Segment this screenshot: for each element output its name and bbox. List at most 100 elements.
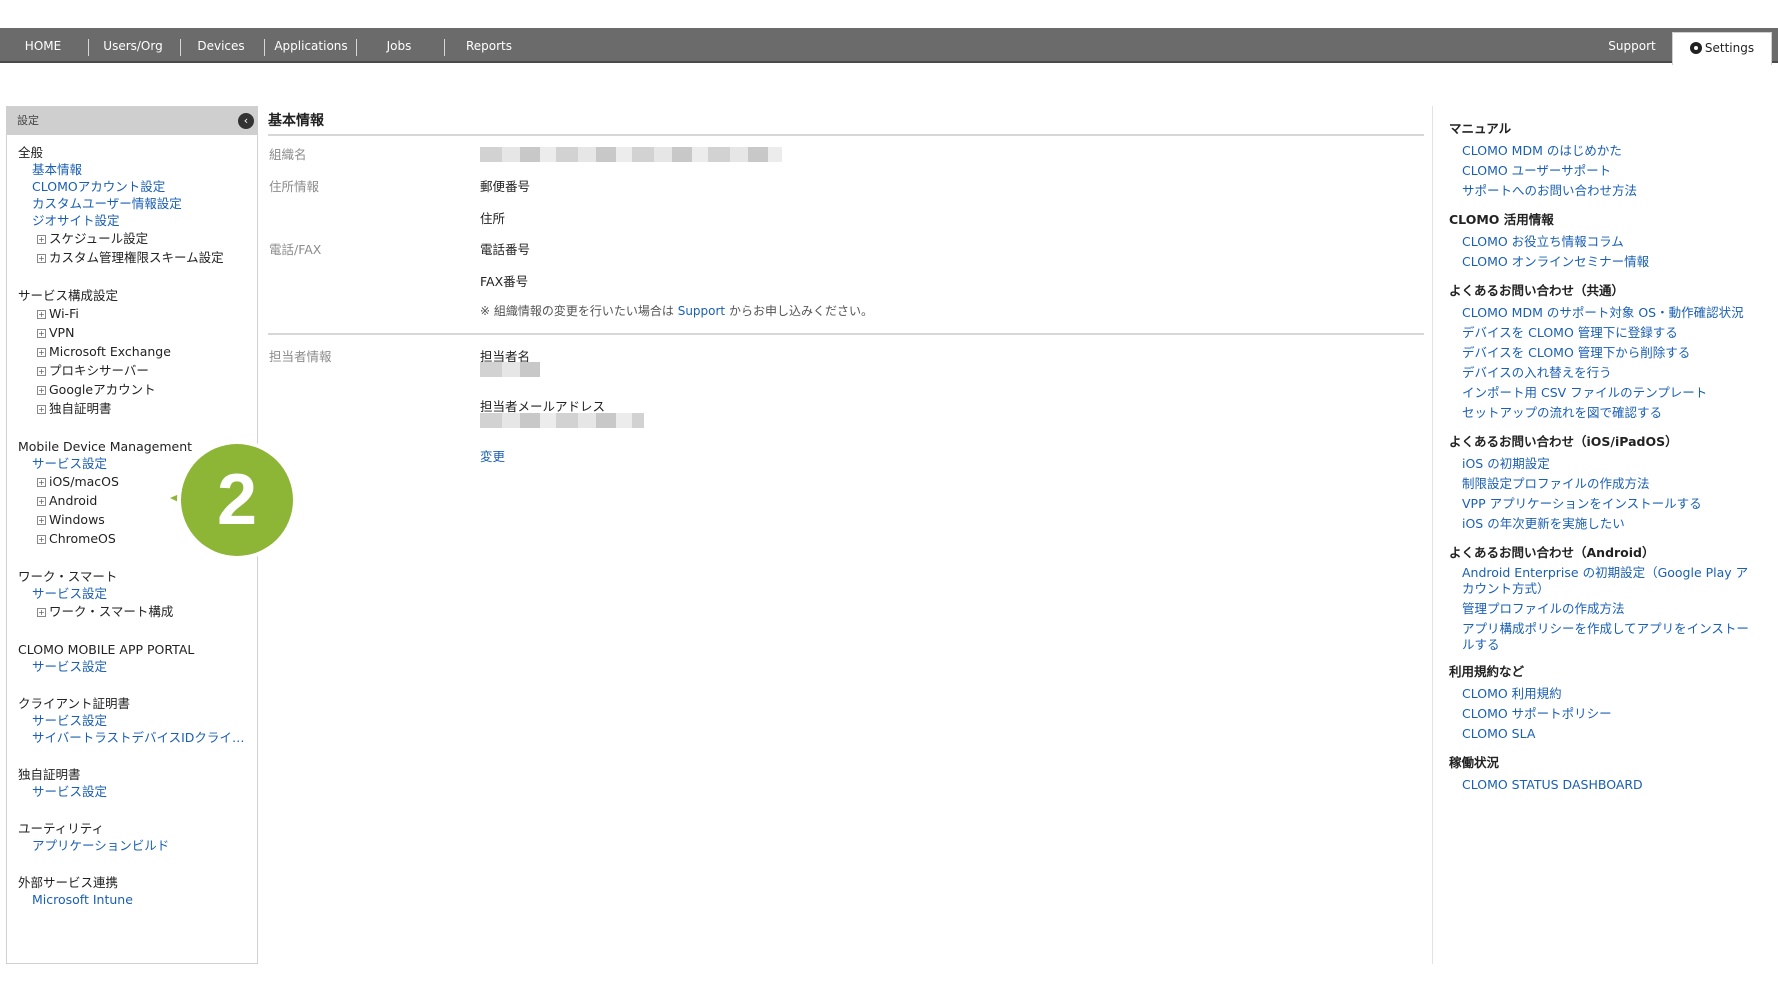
expand-icon: + (37, 367, 46, 376)
help-section-faq-common: よくあるお問い合わせ（共通） CLOMO MDM のサポート対象 OS・動作確認… (1449, 282, 1772, 423)
sidebar-item-intune[interactable]: Microsoft Intune (18, 891, 250, 908)
sidebar-item-google-account[interactable]: + Googleアカウント (18, 380, 257, 399)
sidebar-header: 設定 ‹ (7, 107, 257, 135)
phone-number-label: 電話番号 (480, 242, 531, 257)
help-link[interactable]: VPP アプリケーションをインストールする (1449, 494, 1749, 514)
sidebar-item-exchange[interactable]: + Microsoft Exchange (18, 342, 257, 361)
sidebar-item-label: Microsoft Exchange (49, 344, 171, 359)
help-section-title: よくあるお問い合わせ（iOS/iPadOS） (1449, 434, 1678, 449)
expand-icon: + (37, 310, 46, 319)
sidebar-group-title: クライアント証明書 (18, 696, 131, 711)
help-link[interactable]: CLOMO オンラインセミナー情報 (1449, 252, 1749, 272)
help-section-usage-info: CLOMO 活用情報 CLOMO お役立ち情報コラム CLOMO オンラインセミ… (1449, 211, 1772, 272)
help-section-title: 稼働状況 (1449, 755, 1500, 770)
help-link[interactable]: CLOMO MDM のはじめかた (1449, 141, 1749, 161)
org-name-label: 組織名 (269, 147, 307, 162)
sidebar-item-vpn[interactable]: + VPN (18, 323, 257, 342)
sidebar-group-title: 全般 (18, 145, 44, 160)
sidebar-item-own-cert-service[interactable]: サービス設定 (18, 783, 250, 800)
nav-jobs[interactable]: Jobs (362, 28, 436, 63)
sidebar-item-work-smart-config[interactable]: + ワーク・スマート構成 (18, 602, 257, 621)
address-label: 住所 (480, 211, 506, 226)
collapse-sidebar-icon[interactable]: ‹ (238, 113, 254, 129)
nav-separator (444, 39, 445, 56)
sidebar-item-label: ワーク・スマート構成 (49, 604, 174, 619)
sidebar-group-service-config: サービス構成設定 + Wi-Fi + VPN + Microsoft Exchange… (18, 287, 257, 418)
nav-reports[interactable]: Reports (450, 28, 528, 63)
sidebar-group-external: 外部サービス連携 Microsoft Intune (18, 874, 257, 908)
help-link[interactable]: 制限設定プロファイルの作成方法 (1449, 474, 1749, 494)
sidebar-item-portal-service[interactable]: サービス設定 (18, 658, 250, 675)
expand-icon: + (37, 405, 46, 414)
sidebar-item-app-build[interactable]: アプリケーションビルド (18, 837, 250, 854)
help-link[interactable]: CLOMO ユーザーサポート (1449, 161, 1749, 181)
nav-devices[interactable]: Devices (186, 28, 256, 63)
help-section-title: マニュアル (1449, 121, 1512, 136)
sidebar-item-work-smart-service[interactable]: サービス設定 (18, 585, 250, 602)
sidebar-item-label: Android (49, 493, 98, 508)
sidebar-group-work-smart: ワーク・スマート サービス設定 + ワーク・スマート構成 (18, 568, 257, 621)
help-section-title: 利用規約など (1449, 664, 1525, 679)
expand-icon: + (37, 254, 46, 263)
help-section-faq-ios: よくあるお問い合わせ（iOS/iPadOS） iOS の初期設定 制限設定プロフ… (1449, 433, 1772, 534)
help-link[interactable]: デバイスを CLOMO 管理下に登録する (1449, 323, 1749, 343)
sidebar-item-wifi[interactable]: + Wi-Fi (18, 304, 257, 323)
sidebar-group-title: ユーティリティ (18, 821, 105, 836)
sidebar-group-title: 外部サービス連携 (18, 875, 119, 890)
sidebar-item-proxy[interactable]: + プロキシサーバー (18, 361, 257, 380)
help-link[interactable]: CLOMO MDM のサポート対象 OS・動作確認状況 (1449, 303, 1749, 323)
sidebar-item-label: Windows (49, 512, 105, 527)
nav-separator (88, 39, 89, 56)
help-link[interactable]: デバイスの入れ替えを行う (1449, 363, 1749, 383)
help-section-faq-android: よくあるお問い合わせ（Android） Android Enterprise の… (1449, 544, 1772, 653)
sidebar-item-own-certificate[interactable]: + 独自証明書 (18, 399, 257, 418)
sidebar-item-label: Googleアカウント (49, 382, 156, 397)
help-link[interactable]: セットアップの流れを図で確認する (1449, 403, 1749, 423)
sidebar-item-client-cert-service[interactable]: サービス設定 (18, 712, 250, 729)
help-link[interactable]: CLOMO 利用規約 (1449, 684, 1749, 704)
sidebar-item-cybertrust-client[interactable]: サイバートラストデバイスIDクライアント (18, 729, 250, 746)
help-link[interactable]: 管理プロファイルの作成方法 (1449, 599, 1749, 619)
sidebar-item-basic-info[interactable]: 基本情報 (18, 161, 250, 178)
help-section-title: よくあるお問い合わせ（共通） (1449, 283, 1625, 298)
note-text: からお申し込みください。 (728, 304, 873, 318)
page-title: 基本情報 (268, 106, 1424, 136)
fax-number-label: FAX番号 (480, 274, 529, 289)
help-link[interactable]: CLOMO SLA (1449, 724, 1749, 744)
nav-users-org[interactable]: Users/Org (94, 28, 172, 63)
sidebar-group-title: CLOMO MOBILE APP PORTAL (18, 642, 195, 657)
help-links-panel: マニュアル CLOMO MDM のはじめかた CLOMO ユーザーサポート サポ… (1432, 106, 1772, 964)
nav-applications[interactable]: Applications (270, 28, 352, 63)
expand-icon: + (37, 497, 46, 506)
contact-info-label: 担当者情報 (269, 349, 332, 364)
help-link[interactable]: CLOMO STATUS DASHBOARD (1449, 775, 1749, 795)
address-info-label: 住所情報 (269, 179, 320, 194)
help-link[interactable]: サポートへのお問い合わせ方法 (1449, 181, 1749, 201)
sidebar-item-schedule[interactable]: + スケジュール設定 (18, 229, 257, 248)
sidebar-item-label: ChromeOS (49, 531, 116, 546)
sidebar-item-label: iOS/macOS (49, 474, 119, 489)
help-link[interactable]: デバイスを CLOMO 管理下から削除する (1449, 343, 1749, 363)
help-link[interactable]: iOS の初期設定 (1449, 454, 1749, 474)
sidebar-item-custom-user-info[interactable]: カスタムユーザー情報設定 (18, 195, 250, 212)
change-contact-link[interactable]: 変更 (480, 446, 505, 465)
help-section-manual: マニュアル CLOMO MDM のはじめかた CLOMO ユーザーサポート サポ… (1449, 120, 1772, 201)
support-link[interactable]: Support (678, 304, 725, 318)
help-link[interactable]: インポート用 CSV ファイルのテンプレート (1449, 383, 1749, 403)
sidebar-item-geosite[interactable]: ジオサイト設定 (18, 212, 250, 229)
sidebar-item-label: VPN (49, 325, 75, 340)
help-link[interactable]: Android Enterprise の初期設定（Google Play アカウ… (1449, 565, 1749, 597)
nav-settings-tab[interactable]: Settings (1672, 32, 1772, 65)
help-link[interactable]: アプリ構成ポリシーを作成してアプリをインストールする (1449, 621, 1749, 653)
help-link[interactable]: iOS の年次更新を実施したい (1449, 514, 1749, 534)
nav-settings-label: Settings (1704, 41, 1755, 55)
sidebar-item-label: プロキシサーバー (49, 363, 149, 378)
help-link[interactable]: CLOMO サポートポリシー (1449, 704, 1749, 724)
help-link[interactable]: CLOMO お役立ち情報コラム (1449, 232, 1749, 252)
sidebar-item-clomo-account[interactable]: CLOMOアカウント設定 (18, 178, 250, 195)
sidebar-group-client-cert: クライアント証明書 サービス設定 サイバートラストデバイスIDクライアント (18, 695, 257, 746)
nav-separator (264, 39, 265, 56)
sidebar-item-custom-permission[interactable]: + カスタム管理権限スキーム設定 (18, 248, 257, 267)
nav-home[interactable]: HOME (6, 28, 80, 63)
nav-support[interactable]: Support (1590, 28, 1674, 63)
